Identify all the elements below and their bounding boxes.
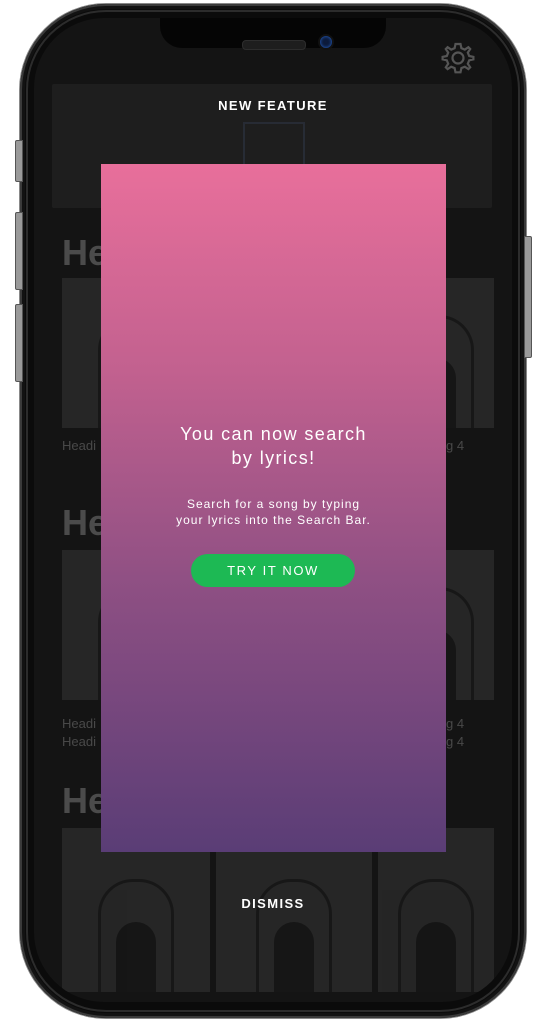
modal-description: Search for a song by typing your lyrics … — [101, 496, 446, 528]
tile-label: g 4 — [446, 438, 465, 453]
screen: He Headi g 4 He Headi g 4 Headi g 4 He N… — [34, 18, 512, 1002]
tile-label: g 4 — [446, 734, 465, 749]
tile-label: g 4 — [446, 716, 465, 731]
front-camera — [320, 36, 332, 48]
image-placeholder-icon — [243, 122, 305, 170]
tile-label: Headi — [62, 716, 96, 731]
modal-title-line: by lyrics! — [231, 448, 316, 468]
volume-up-button — [15, 212, 23, 290]
volume-down-button — [15, 304, 23, 382]
modal-description-line: Search for a song by typing — [186, 497, 361, 511]
modal-title-line: You can now search — [180, 424, 367, 444]
silent-switch — [15, 140, 23, 182]
feature-modal: You can now search by lyrics! Search for… — [101, 164, 446, 852]
earpiece-speaker — [242, 40, 306, 50]
gear-icon[interactable] — [440, 40, 476, 76]
tile-label: Headi — [62, 438, 96, 453]
new-feature-heading: NEW FEATURE — [218, 98, 328, 113]
modal-description-line: your lyrics into the Search Bar. — [176, 513, 371, 527]
tile-label: Headi — [62, 734, 96, 749]
modal-title: You can now search by lyrics! — [101, 422, 446, 470]
dismiss-button[interactable]: DISMISS — [34, 896, 512, 911]
try-it-now-button[interactable]: TRY IT NOW — [191, 554, 355, 587]
power-button — [524, 236, 532, 358]
